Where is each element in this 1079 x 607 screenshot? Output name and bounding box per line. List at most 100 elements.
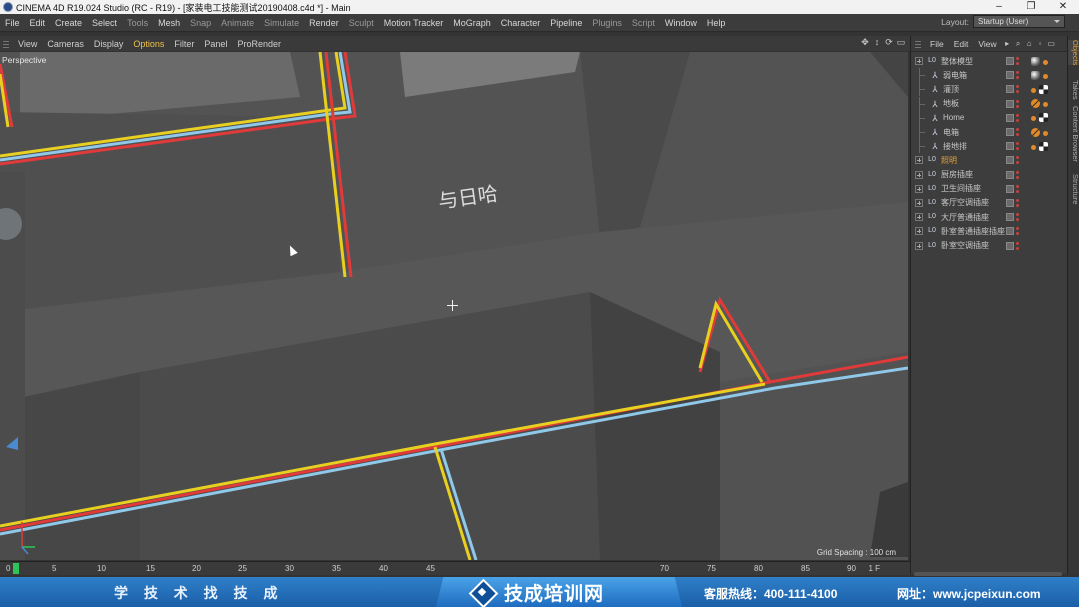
viewport-menu-view[interactable]: View — [13, 39, 42, 49]
menu-window[interactable]: Window — [660, 18, 702, 28]
expand-toggle-icon[interactable] — [915, 241, 923, 250]
object-name[interactable]: Home — [943, 113, 1015, 122]
layer-checkbox-icon[interactable] — [1006, 213, 1014, 222]
object-row[interactable]: L0 卧室空调插座 — [911, 238, 1067, 252]
menu-mograph[interactable]: MoGraph — [448, 18, 496, 28]
material-tag-icon[interactable] — [1031, 70, 1040, 80]
texture-tag-icon[interactable] — [1039, 84, 1048, 94]
visibility-dots-icon[interactable] — [1016, 170, 1020, 180]
object-row[interactable]: L0 厨房插座 — [911, 168, 1067, 182]
layer-checkbox-icon[interactable] — [1006, 142, 1014, 151]
maximize-view-icon[interactable]: ▭ — [896, 37, 906, 48]
visibility-dots-icon[interactable] — [1016, 184, 1020, 194]
object-row[interactable]: ⅄ Home — [911, 110, 1067, 125]
menu-tools[interactable]: Tools — [122, 18, 153, 28]
layer-checkbox-icon[interactable] — [1006, 170, 1014, 179]
viewport-menu-panel[interactable]: Panel — [199, 39, 232, 49]
menu-simulate[interactable]: Simulate — [259, 18, 304, 28]
menu-edit[interactable]: Edit — [25, 18, 51, 28]
om-menu-view[interactable]: View — [973, 39, 1001, 49]
menu-plugins[interactable]: Plugins — [587, 18, 627, 28]
visibility-dots-icon[interactable] — [1016, 84, 1020, 94]
layer-checkbox-icon[interactable] — [1006, 227, 1014, 236]
visibility-dots-icon[interactable] — [1016, 56, 1020, 66]
object-name[interactable]: 整体模型 — [941, 56, 1013, 67]
object-name[interactable]: 照明 — [941, 155, 1013, 166]
texture-tag-icon[interactable] — [1039, 141, 1048, 151]
phong-tag-icon[interactable] — [1043, 130, 1048, 136]
layer-checkbox-icon[interactable] — [1006, 128, 1014, 137]
object-row[interactable]: ⅄ 地板 — [911, 96, 1067, 111]
layer-checkbox-icon[interactable] — [1006, 156, 1014, 165]
object-name[interactable]: 弱电箱 — [943, 70, 1015, 81]
object-name[interactable]: 客厅空调插座 — [941, 197, 1013, 208]
layer-checkbox-icon[interactable] — [1006, 198, 1014, 207]
phong-tag-icon[interactable] — [1043, 59, 1048, 65]
menu-character[interactable]: Character — [496, 18, 546, 28]
expand-toggle-icon[interactable] — [915, 227, 923, 236]
object-row[interactable]: ⅄ 电箱 — [911, 125, 1067, 140]
visibility-dots-icon[interactable] — [1016, 226, 1020, 236]
object-name[interactable]: 卫生间插座 — [941, 183, 1013, 194]
object-name[interactable]: 卧室空调插座 — [941, 240, 1013, 251]
menu-animate[interactable]: Animate — [216, 18, 259, 28]
visibility-dots-icon[interactable] — [1016, 141, 1020, 151]
phong-tag-icon[interactable] — [1043, 73, 1048, 79]
close-button[interactable]: ✕ — [1047, 0, 1079, 14]
viewport-menu-display[interactable]: Display — [89, 39, 129, 49]
object-row[interactable]: L0 大厅普通插座 — [911, 210, 1067, 224]
move-view-icon[interactable]: ✥ — [860, 37, 870, 48]
perspective-viewport[interactable]: 与日哈 Perspective Grid Spacing : 100 cm — [0, 52, 908, 560]
phong-tag-icon[interactable] — [1031, 144, 1036, 150]
rotate-view-icon[interactable]: ⟳ — [884, 37, 894, 48]
viewport-menu-cameras[interactable]: Cameras — [42, 39, 89, 49]
menu-create[interactable]: Create — [50, 18, 87, 28]
expand-toggle-icon[interactable] — [915, 198, 923, 207]
object-row[interactable]: L0 卫生间插座 — [911, 182, 1067, 196]
visibility-dots-icon[interactable] — [1016, 127, 1020, 137]
viewport-menu-prorender[interactable]: ProRender — [232, 39, 286, 49]
om-menu-edit[interactable]: Edit — [949, 39, 974, 49]
side-tab-content-browser[interactable]: Content Browser — [1068, 106, 1079, 162]
zoom-view-icon[interactable]: ↕ — [872, 37, 882, 48]
side-tab-structure[interactable]: Structure — [1068, 174, 1079, 204]
object-name[interactable]: 地板 — [943, 98, 1015, 109]
om-new-window-icon[interactable]: ▭ — [1046, 38, 1057, 49]
layout-dropdown[interactable]: Startup (User) — [973, 15, 1065, 28]
layer-checkbox-icon[interactable] — [1006, 241, 1014, 250]
menu-sculpt[interactable]: Sculpt — [344, 18, 379, 28]
expand-toggle-icon[interactable] — [915, 170, 923, 179]
visibility-dots-icon[interactable] — [1016, 155, 1020, 165]
object-row[interactable]: L0 卧室普通插座插座 — [911, 224, 1067, 238]
compositing-tag-icon[interactable] — [1031, 99, 1040, 109]
visibility-dots-icon[interactable] — [1016, 113, 1020, 123]
object-name[interactable]: 灌顶 — [943, 84, 1015, 95]
visibility-dots-icon[interactable] — [1016, 212, 1020, 222]
timeline-ruler[interactable]: 1 F 0 5 10 15 20 25 30 35 40 45 70 75 80 85 90 — [0, 561, 910, 575]
om-expand-arrow-icon[interactable]: ▸ — [1002, 38, 1013, 49]
expand-toggle-icon[interactable] — [915, 156, 923, 165]
visibility-dots-icon[interactable] — [1016, 70, 1020, 80]
side-tab-takes[interactable]: Takes — [1068, 80, 1079, 100]
om-menu-file[interactable]: File — [925, 39, 949, 49]
visibility-dots-icon[interactable] — [1016, 241, 1020, 251]
menu-render[interactable]: Render — [304, 18, 344, 28]
material-tag-icon[interactable] — [1031, 56, 1040, 66]
menu-pipeline[interactable]: Pipeline — [545, 18, 587, 28]
object-name[interactable]: 接地排 — [943, 141, 1015, 152]
layer-checkbox-icon[interactable] — [1006, 99, 1014, 108]
object-name[interactable]: 大厅普通插座 — [941, 212, 1013, 223]
visibility-dots-icon[interactable] — [1016, 198, 1020, 208]
expand-toggle-icon[interactable] — [915, 184, 923, 193]
phong-tag-icon[interactable] — [1031, 116, 1036, 122]
om-search-icon[interactable]: ⌕ — [1013, 38, 1024, 49]
menu-script[interactable]: Script — [627, 18, 660, 28]
menu-help[interactable]: Help — [702, 18, 731, 28]
object-row[interactable]: ⅄ 弱电箱 — [911, 68, 1067, 83]
layer-checkbox-icon[interactable] — [1006, 71, 1014, 80]
side-tab-objects[interactable]: Objects — [1068, 40, 1079, 66]
panel-grip-icon[interactable] — [915, 39, 921, 48]
menu-select[interactable]: Select — [87, 18, 122, 28]
texture-tag-icon[interactable] — [1039, 113, 1048, 123]
om-home-icon[interactable]: ⌂ — [1024, 38, 1035, 49]
